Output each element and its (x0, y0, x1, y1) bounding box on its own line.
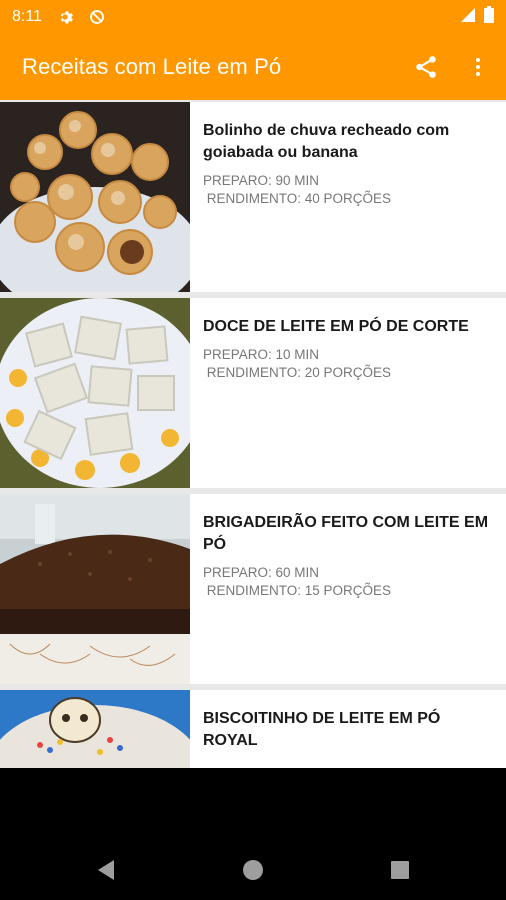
recents-icon (391, 861, 409, 879)
recipe-meta: PREPARO: 90 MIN RENDIMENTO: 40 PORÇÕES (203, 173, 392, 206)
recipe-title: Bolinho de chuva recheado com goiabada o… (203, 122, 450, 161)
recipe-title: BRIGADEIRÃO FEITO COM LEITE EM PÓ (203, 514, 489, 553)
more-vert-icon (476, 58, 480, 76)
recipe-card[interactable]: DOCE DE LEITE EM PÓ DE CORTE PREPARO: 10… (0, 298, 506, 488)
share-button[interactable] (404, 45, 448, 89)
recipe-thumbnail (0, 102, 190, 292)
status-bar: 8:11 (0, 0, 506, 34)
recipe-meta: PREPARO: 60 MIN RENDIMENTO: 15 PORÇÕES (203, 565, 392, 598)
recents-button[interactable] (388, 858, 416, 886)
recipe-thumbnail (0, 690, 190, 768)
navigation-bar (0, 768, 506, 900)
recipe-card[interactable]: BRIGADEIRÃO FEITO COM LEITE EM PÓ PREPAR… (0, 494, 506, 684)
more-options-button[interactable] (456, 45, 500, 89)
recipe-thumbnail (0, 494, 190, 684)
sync-off-icon (88, 8, 106, 26)
recipe-list[interactable]: Bolinho de chuva recheado com goiabada o… (0, 100, 506, 768)
toolbar: Receitas com Leite em Pó (0, 34, 506, 100)
signal-icon (460, 7, 476, 28)
battery-icon (484, 6, 494, 28)
app-title: Receitas com Leite em Pó (22, 54, 282, 79)
home-icon (243, 860, 263, 880)
gear-icon (56, 8, 74, 26)
recipe-title: BISCOITINHO DE LEITE EM PÓ ROYAL (203, 710, 441, 749)
recipe-thumbnail (0, 298, 190, 488)
recipe-card[interactable]: BISCOITINHO DE LEITE EM PÓ ROYAL (0, 690, 506, 768)
home-button[interactable] (241, 858, 269, 886)
recipe-card[interactable]: Bolinho de chuva recheado com goiabada o… (0, 102, 506, 292)
app-bar: 8:11 Receitas com Leite em Pó (0, 0, 506, 100)
status-time: 8:11 (12, 8, 42, 25)
back-icon (98, 860, 114, 880)
back-button[interactable] (94, 858, 122, 886)
recipe-meta: PREPARO: 10 MIN RENDIMENTO: 20 PORÇÕES (203, 347, 392, 380)
share-icon (416, 56, 436, 78)
recipe-title: DOCE DE LEITE EM PÓ DE CORTE (203, 318, 469, 335)
